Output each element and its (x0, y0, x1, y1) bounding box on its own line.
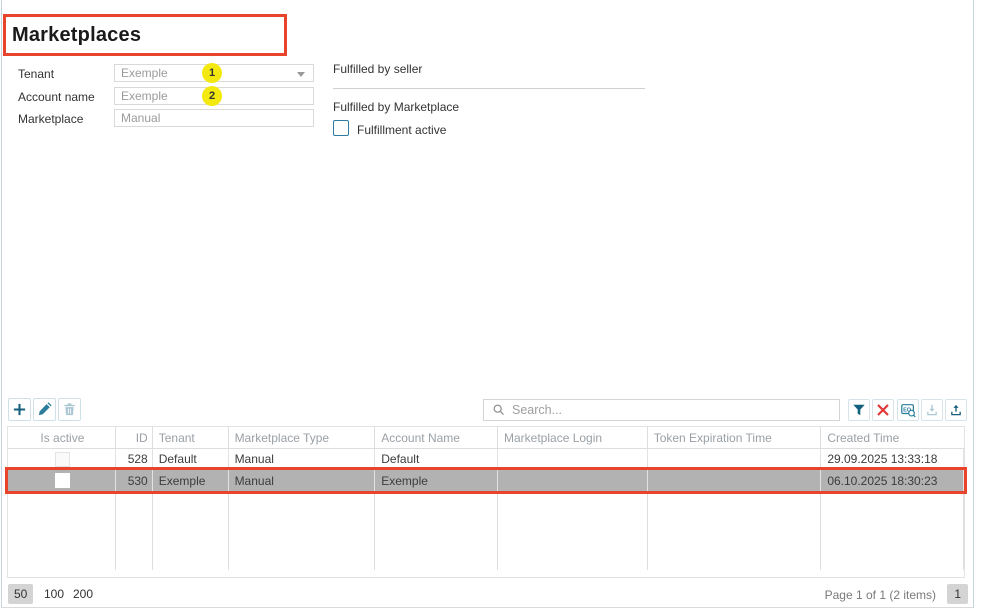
chevron-down-icon (297, 72, 305, 77)
page-size-50[interactable]: 50 (8, 584, 33, 604)
column-header-marketplace-login[interactable]: Marketplace Login (498, 427, 648, 448)
clear-filter-button[interactable] (872, 399, 894, 421)
download-icon (925, 403, 939, 417)
page-summary: Page 1 of 1 (2 items) (825, 588, 936, 602)
annotation-badge-1: 1 (202, 63, 222, 83)
tenant-label: Tenant (18, 67, 54, 81)
column-header-created-time[interactable]: Created Time (821, 427, 964, 448)
tenant-select-value: Exemple (121, 66, 168, 80)
cell-tenant: Exemple (153, 470, 229, 491)
column-header-marketplace-type[interactable]: Marketplace Type (229, 427, 376, 448)
table-header-row: Is active ID Tenant Marketplace Type Acc… (8, 427, 964, 449)
fulfilled-by-marketplace-label: Fulfilled by Marketplace (333, 100, 459, 114)
section-divider (333, 88, 645, 89)
cell-id: 530 (116, 470, 153, 491)
filter-button[interactable] (848, 399, 870, 421)
cell-tenant: Default (153, 449, 229, 469)
upload-button[interactable] (945, 399, 967, 421)
column-header-id[interactable]: ID (116, 427, 153, 448)
funnel-icon (852, 403, 866, 417)
cell-id: 528 (116, 449, 153, 469)
marketplace-input[interactable] (114, 109, 314, 127)
marketplaces-table: Is active ID Tenant Marketplace Type Acc… (7, 426, 965, 578)
cell-marketplace-type: Manual (229, 449, 376, 469)
cell-account-name: Exemple (375, 470, 498, 491)
is-active-checkbox[interactable] (55, 452, 70, 467)
eq-search-icon: EQ (901, 403, 916, 418)
download-button[interactable] (921, 399, 943, 421)
account-name-label: Account name (18, 90, 95, 104)
edit-button[interactable] (33, 398, 56, 421)
annotation-badge-2: 2 (202, 86, 222, 106)
table-row-selected[interactable]: 530 Exemple Manual Exemple 06.10.2025 18… (8, 470, 964, 491)
column-header-tenant[interactable]: Tenant (153, 427, 229, 448)
add-button[interactable] (8, 398, 31, 421)
fulfillment-active-checkbox[interactable] (333, 120, 349, 136)
cell-account-name: Default (375, 449, 498, 469)
upload-icon (949, 403, 963, 417)
column-header-token-expiration-time[interactable]: Token Expiration Time (648, 427, 822, 448)
search-input[interactable] (506, 403, 839, 417)
page-number-button[interactable]: 1 (947, 584, 968, 604)
search-icon (492, 403, 506, 417)
page-size-200[interactable]: 200 (67, 584, 99, 604)
table-row[interactable]: 528 Default Manual Default 29.09.2025 13… (8, 449, 964, 470)
red-x-icon (876, 403, 890, 417)
grid-empty-area (8, 491, 964, 570)
search-box (483, 399, 840, 421)
column-header-account-name[interactable]: Account Name (375, 427, 498, 448)
column-header-is-active[interactable]: Is active (8, 427, 116, 448)
filter-builder-button[interactable]: EQ (897, 399, 919, 421)
fulfillment-active-label[interactable]: Fulfillment active (357, 123, 446, 137)
is-active-checkbox[interactable] (55, 473, 70, 488)
delete-button[interactable] (58, 398, 81, 421)
page-title: Marketplaces (6, 24, 141, 47)
cell-token-expiration-time (648, 470, 822, 491)
plus-icon (12, 402, 27, 417)
trash-icon (62, 402, 77, 417)
cell-marketplace-type: Manual (229, 470, 376, 491)
pencil-icon (37, 402, 52, 417)
page-size-100[interactable]: 100 (38, 584, 70, 604)
cell-created-time: 29.09.2025 13:33:18 (821, 449, 964, 469)
cell-marketplace-login (498, 470, 648, 491)
cell-token-expiration-time (648, 449, 822, 469)
marketplace-label: Marketplace (18, 112, 83, 126)
page-title-highlight: Marketplaces (3, 14, 287, 56)
cell-marketplace-login (498, 449, 648, 469)
fulfilled-by-seller-label: Fulfilled by seller (333, 62, 422, 76)
cell-created-time: 06.10.2025 18:30:23 (821, 470, 964, 491)
